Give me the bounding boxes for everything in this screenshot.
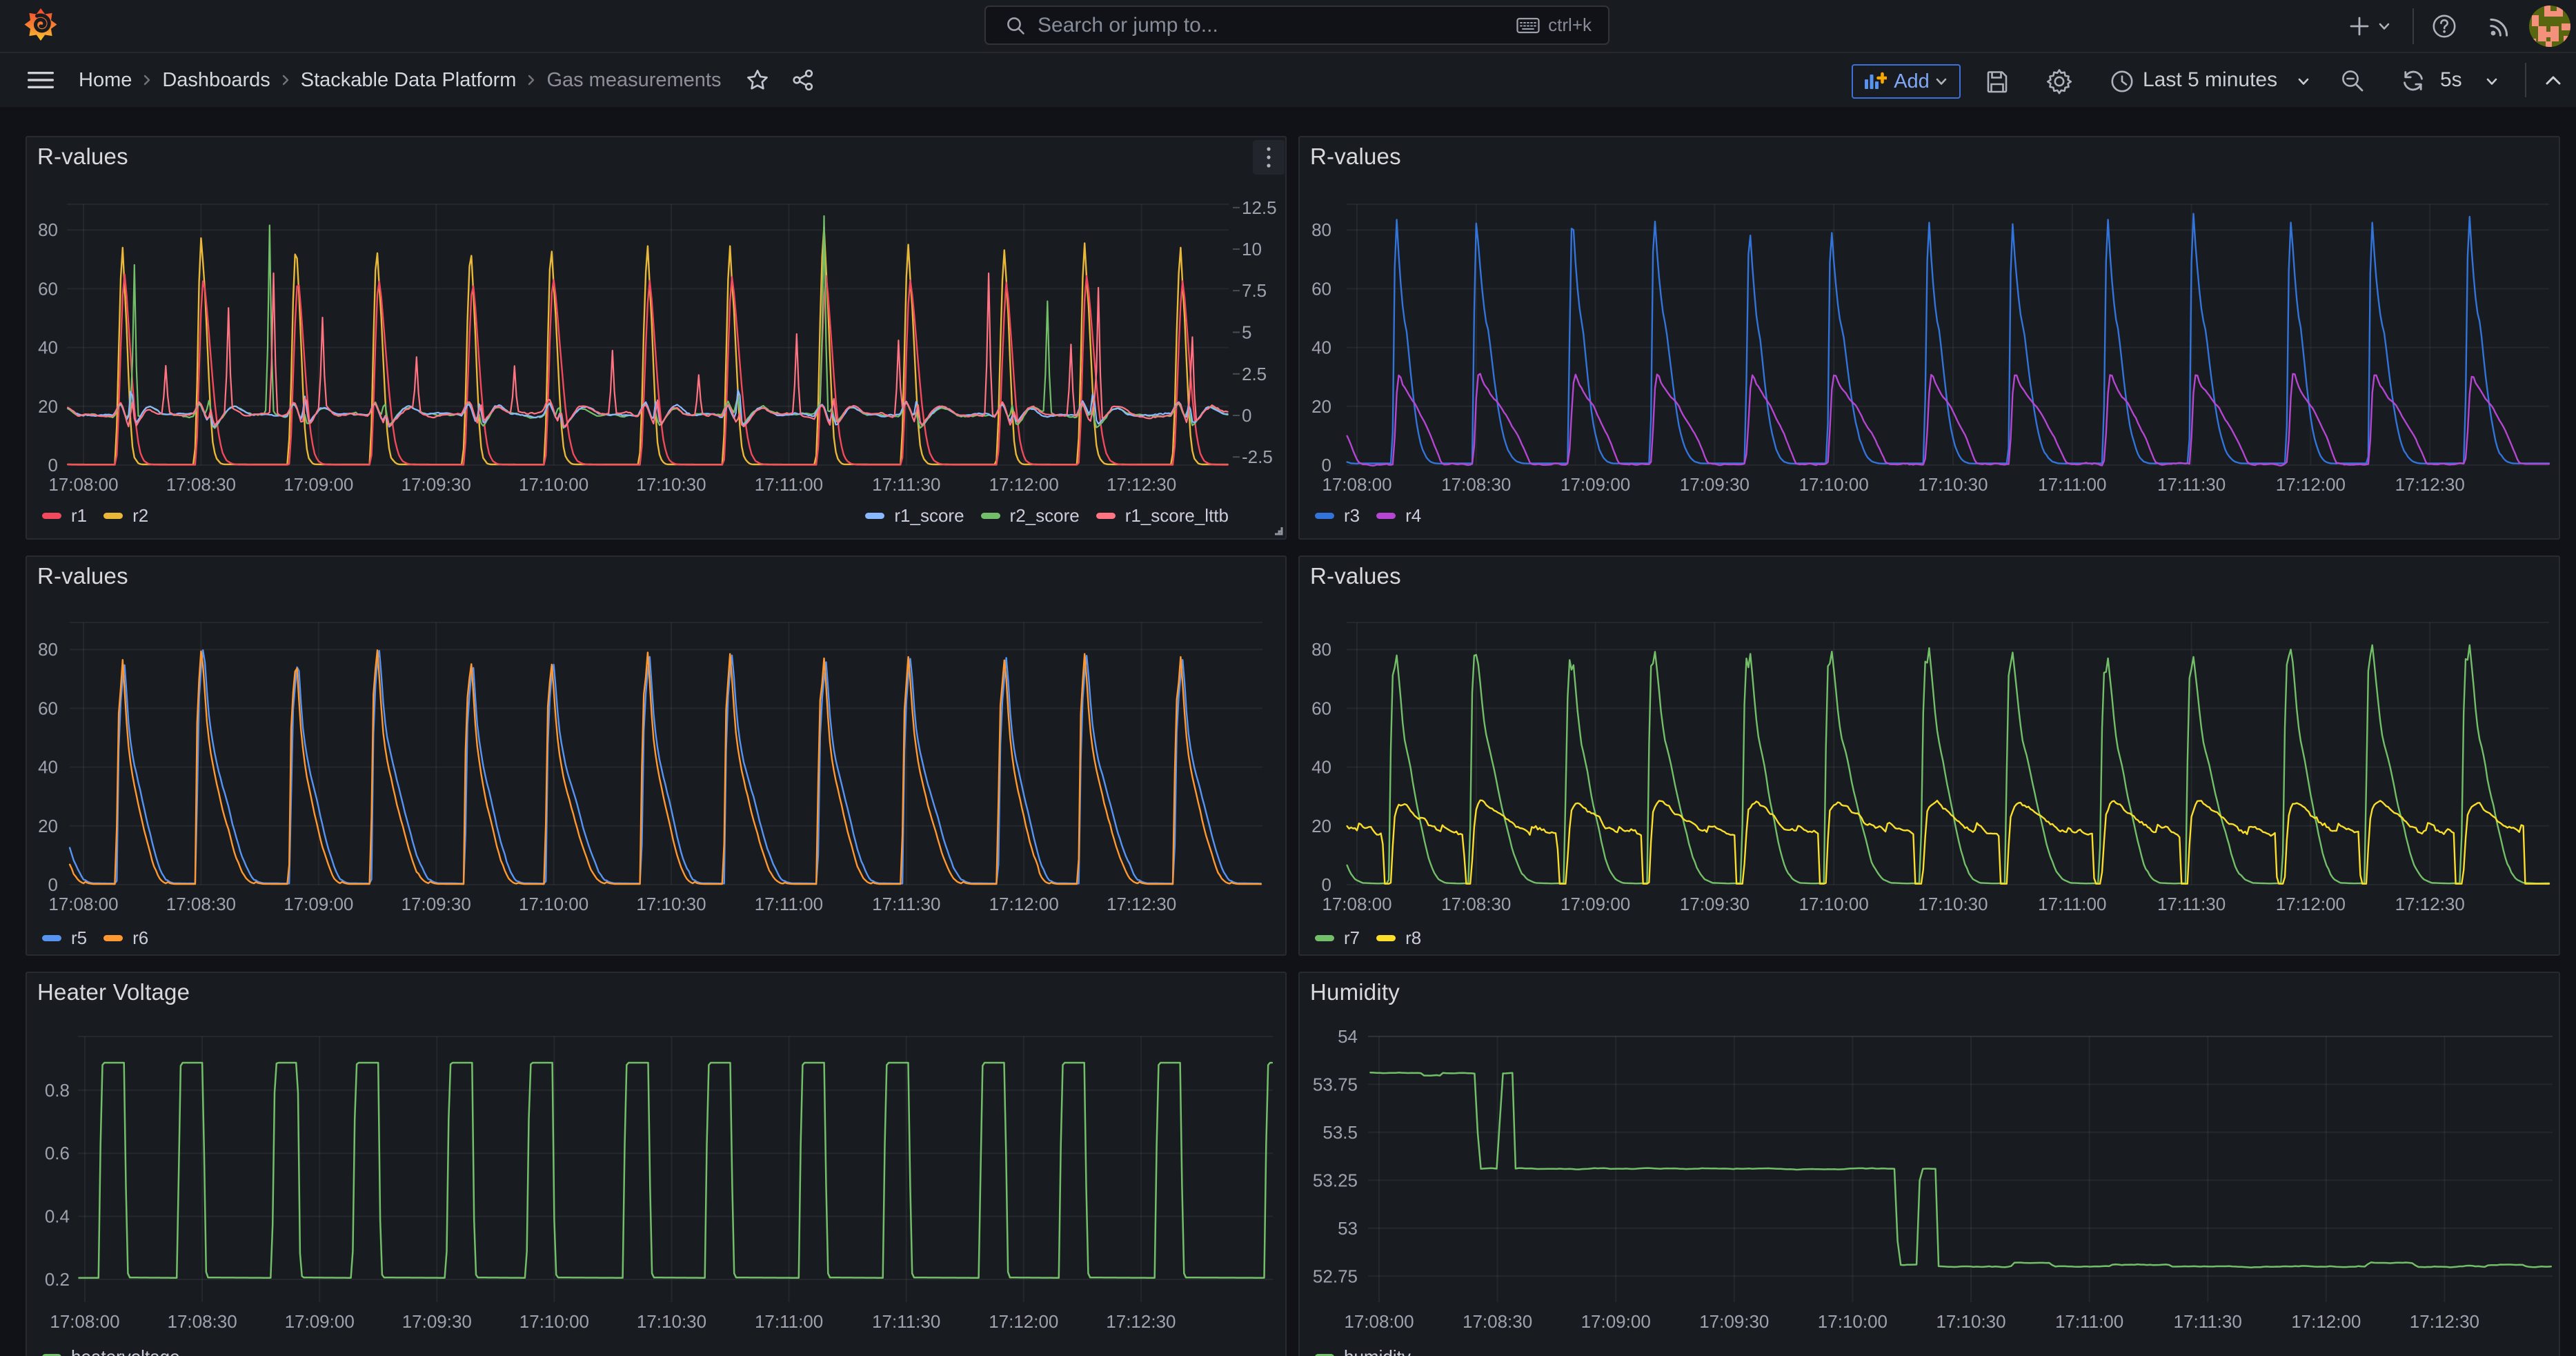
svg-text:80: 80 xyxy=(1311,219,1331,240)
svg-text:17:10:00: 17:10:00 xyxy=(519,1311,589,1332)
svg-text:17:10:30: 17:10:30 xyxy=(636,474,706,495)
svg-text:17:08:30: 17:08:30 xyxy=(167,1311,237,1332)
svg-text:17:12:00: 17:12:00 xyxy=(989,894,1059,914)
svg-text:0.8: 0.8 xyxy=(45,1080,70,1101)
svg-text:17:09:30: 17:09:30 xyxy=(1680,894,1750,914)
svg-text:20: 20 xyxy=(1311,396,1331,417)
svg-text:20: 20 xyxy=(38,396,58,417)
svg-text:20: 20 xyxy=(1311,816,1331,836)
svg-text:17:11:30: 17:11:30 xyxy=(2174,1311,2242,1332)
svg-text:17:09:00: 17:09:00 xyxy=(284,474,353,495)
svg-text:20: 20 xyxy=(38,816,58,836)
svg-text:17:09:00: 17:09:00 xyxy=(1561,474,1630,495)
svg-text:60: 60 xyxy=(38,278,58,299)
svg-text:54: 54 xyxy=(1338,1026,1358,1047)
svg-text:17:12:30: 17:12:30 xyxy=(1107,894,1176,914)
svg-text:17:11:30: 17:11:30 xyxy=(872,894,940,914)
svg-text:17:12:30: 17:12:30 xyxy=(2395,474,2465,495)
svg-text:-2.5: -2.5 xyxy=(1242,446,1273,467)
svg-text:17:10:00: 17:10:00 xyxy=(1818,1311,1888,1332)
svg-text:17:11:00: 17:11:00 xyxy=(2055,1311,2123,1332)
svg-text:17:09:30: 17:09:30 xyxy=(402,894,471,914)
svg-text:17:09:00: 17:09:00 xyxy=(284,894,353,914)
svg-text:17:11:00: 17:11:00 xyxy=(2038,894,2106,914)
svg-text:17:09:00: 17:09:00 xyxy=(1581,1311,1651,1332)
svg-text:40: 40 xyxy=(38,757,58,778)
svg-text:0: 0 xyxy=(48,874,58,895)
svg-text:53.75: 53.75 xyxy=(1313,1074,1358,1094)
svg-text:2.5: 2.5 xyxy=(1242,364,1267,384)
svg-text:17:08:30: 17:08:30 xyxy=(1441,474,1511,495)
svg-text:0: 0 xyxy=(1322,874,1331,895)
svg-text:17:10:30: 17:10:30 xyxy=(1918,474,1988,495)
svg-text:17:08:30: 17:08:30 xyxy=(1441,894,1511,914)
svg-text:17:08:00: 17:08:00 xyxy=(50,1311,119,1332)
svg-text:17:10:30: 17:10:30 xyxy=(636,894,706,914)
svg-text:60: 60 xyxy=(1311,698,1331,718)
svg-text:0.6: 0.6 xyxy=(45,1143,70,1163)
svg-text:0: 0 xyxy=(1242,405,1251,426)
svg-text:17:11:00: 17:11:00 xyxy=(755,474,823,495)
svg-text:17:12:00: 17:12:00 xyxy=(2276,474,2346,495)
svg-text:17:10:30: 17:10:30 xyxy=(1936,1311,2005,1332)
svg-text:17:11:30: 17:11:30 xyxy=(872,474,940,495)
svg-text:0.4: 0.4 xyxy=(45,1206,70,1227)
svg-text:17:10:00: 17:10:00 xyxy=(1799,894,1869,914)
svg-text:17:08:00: 17:08:00 xyxy=(1344,1311,1414,1332)
svg-text:40: 40 xyxy=(38,337,58,358)
svg-text:17:10:30: 17:10:30 xyxy=(1918,894,1988,914)
svg-text:40: 40 xyxy=(1311,757,1331,778)
svg-text:5: 5 xyxy=(1242,322,1251,343)
svg-text:17:11:00: 17:11:00 xyxy=(755,894,823,914)
svg-text:17:12:30: 17:12:30 xyxy=(1107,474,1176,495)
svg-text:80: 80 xyxy=(38,219,58,240)
svg-text:17:11:30: 17:11:30 xyxy=(872,1311,940,1332)
svg-text:60: 60 xyxy=(1311,278,1331,299)
svg-text:17:12:00: 17:12:00 xyxy=(2291,1311,2361,1332)
svg-text:17:11:00: 17:11:00 xyxy=(755,1311,823,1332)
svg-text:17:10:00: 17:10:00 xyxy=(519,894,588,914)
svg-text:17:11:00: 17:11:00 xyxy=(2038,474,2106,495)
svg-text:80: 80 xyxy=(1311,639,1331,660)
svg-text:60: 60 xyxy=(38,698,58,718)
svg-text:17:09:30: 17:09:30 xyxy=(1680,474,1750,495)
svg-text:17:08:30: 17:08:30 xyxy=(166,894,236,914)
svg-text:40: 40 xyxy=(1311,337,1331,358)
svg-text:53.25: 53.25 xyxy=(1313,1170,1358,1190)
svg-text:12.5: 12.5 xyxy=(1242,197,1277,218)
svg-text:17:09:30: 17:09:30 xyxy=(1699,1311,1769,1332)
svg-text:0.2: 0.2 xyxy=(45,1269,70,1290)
svg-text:17:08:00: 17:08:00 xyxy=(48,474,118,495)
svg-text:17:10:00: 17:10:00 xyxy=(519,474,588,495)
svg-text:17:12:00: 17:12:00 xyxy=(2276,894,2346,914)
svg-text:17:08:30: 17:08:30 xyxy=(166,474,236,495)
svg-text:0: 0 xyxy=(48,455,58,475)
svg-text:17:12:00: 17:12:00 xyxy=(989,1311,1058,1332)
svg-text:17:09:00: 17:09:00 xyxy=(285,1311,355,1332)
svg-text:17:08:00: 17:08:00 xyxy=(1322,894,1391,914)
svg-text:17:12:30: 17:12:30 xyxy=(1106,1311,1176,1332)
svg-text:80: 80 xyxy=(38,639,58,660)
svg-text:53.5: 53.5 xyxy=(1322,1122,1358,1143)
svg-text:7.5: 7.5 xyxy=(1242,280,1267,301)
svg-text:53: 53 xyxy=(1338,1218,1358,1239)
svg-text:17:10:30: 17:10:30 xyxy=(637,1311,706,1332)
svg-text:17:11:30: 17:11:30 xyxy=(2157,894,2226,914)
svg-text:17:08:00: 17:08:00 xyxy=(1322,474,1391,495)
svg-text:17:12:30: 17:12:30 xyxy=(2410,1311,2479,1332)
svg-text:17:09:30: 17:09:30 xyxy=(402,474,471,495)
svg-text:17:09:00: 17:09:00 xyxy=(1561,894,1630,914)
svg-text:17:12:30: 17:12:30 xyxy=(2395,894,2465,914)
svg-text:17:09:30: 17:09:30 xyxy=(402,1311,472,1332)
svg-text:10: 10 xyxy=(1242,239,1262,259)
svg-text:17:08:00: 17:08:00 xyxy=(48,894,118,914)
svg-text:17:11:30: 17:11:30 xyxy=(2157,474,2226,495)
svg-text:52.75: 52.75 xyxy=(1313,1266,1358,1286)
svg-text:17:12:00: 17:12:00 xyxy=(989,474,1059,495)
svg-text:0: 0 xyxy=(1322,455,1331,475)
svg-text:17:08:30: 17:08:30 xyxy=(1463,1311,1532,1332)
svg-text:17:10:00: 17:10:00 xyxy=(1799,474,1869,495)
